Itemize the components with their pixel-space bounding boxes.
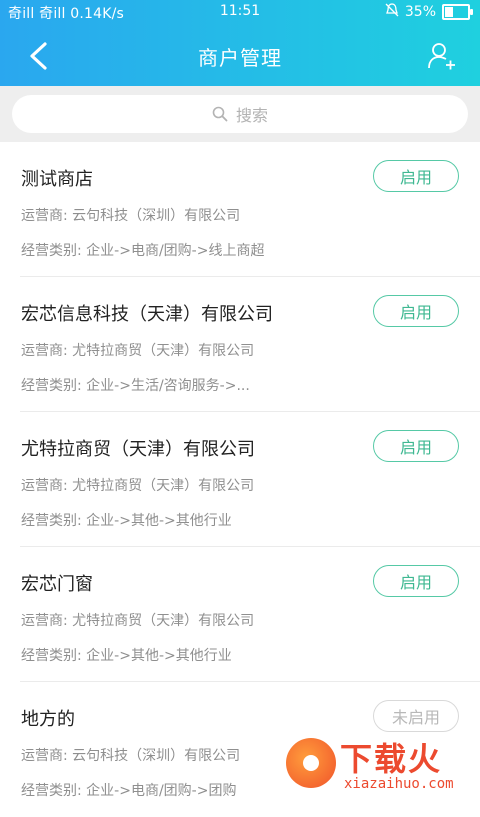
- merchant-row[interactable]: 尤特拉商贸（天津）有限公司运营商: 尤特拉商贸（天津）有限公司 经营类别: 企业-…: [0, 412, 480, 547]
- merchant-list: 测试商店 运营商: 云句科技（深圳）有限公司 经营类别: 企业->电商/团购->线上…: [0, 142, 480, 817]
- merchant-operator: 运营商: 尤特拉商贸（天津）有限公司: [21, 478, 255, 494]
- app-header: 奇ill 奇ill 0.14K/s 11:51 35% 商户管理: [0, 0, 480, 86]
- add-user-icon: [428, 43, 455, 70]
- watermark: 下载火 xiazaihuo.com: [280, 730, 480, 800]
- disabled-status-button[interactable]: 未启用: [373, 700, 459, 732]
- merchant-name: 尤特拉商贸（天津）有限公司: [21, 439, 255, 460]
- merchant-operator: 运营商: 云句科技（深圳）有限公司: [21, 208, 241, 224]
- enabled-status-button[interactable]: 启用: [373, 565, 459, 597]
- merchant-operator: 运营商: 云句科技（深圳）有限公司: [21, 748, 241, 764]
- enabled-status-button[interactable]: 启用: [373, 295, 459, 327]
- search-placeholder: 搜索: [235, 106, 268, 125]
- merchant-name: 宏芯门窗: [21, 574, 93, 595]
- merchant-category: 经营类别: 企业->其他->其他行业: [21, 513, 232, 529]
- search-input[interactable]: 搜索: [12, 95, 468, 133]
- add-merchant-button[interactable]: [422, 36, 462, 76]
- status-bar: 奇ill 奇ill 0.14K/s 11:51 35%: [0, 0, 480, 24]
- nav-bar: 商户管理: [0, 28, 480, 86]
- merchant-category: 经营类别: 企业->电商/团购->线上商超: [21, 243, 265, 259]
- battery-icon: [442, 4, 473, 20]
- mute-icon: [385, 3, 399, 21]
- watermark-subtitle: xiazaihuo.com: [344, 776, 454, 792]
- merchant-row[interactable]: 宏芯信息科技（天津）有限公司运营商: 尤特拉商贸（天津）有限公司 经营类别: 企业…: [0, 277, 480, 412]
- merchant-operator: 运营商: 尤特拉商贸（天津）有限公司: [21, 613, 255, 629]
- merchant-name: 地方的: [21, 709, 75, 730]
- page-title: 商户管理: [198, 46, 282, 70]
- watermark-title: 下载火: [340, 740, 443, 778]
- flame-logo-icon: [286, 738, 336, 788]
- merchant-operator: 运营商: 尤特拉商贸（天津）有限公司: [21, 343, 255, 359]
- merchant-category: 经营类别: 企业->其他->其他行业: [21, 648, 232, 664]
- search-bar-area: 搜索: [0, 86, 480, 142]
- enabled-status-button[interactable]: 启用: [373, 160, 459, 192]
- merchant-row[interactable]: 宏芯门窗运营商: 尤特拉商贸（天津）有限公司 经营类别: 企业->其他->其他行业…: [0, 547, 480, 682]
- battery-percent: 35%: [404, 4, 436, 20]
- merchant-category: 经营类别: 企业->电商/团购->团购: [21, 783, 237, 799]
- merchant-name: 宏芯信息科技（天津）有限公司: [21, 304, 273, 325]
- merchant-row[interactable]: 测试商店运营商: 云句科技（深圳）有限公司经营类别: 企业->电商/团购->线上…: [0, 142, 480, 277]
- merchant-name: 测试商店: [21, 169, 93, 190]
- battery-level: [445, 7, 454, 17]
- enabled-status-button[interactable]: 启用: [373, 430, 459, 462]
- status-right: 35%: [385, 3, 473, 21]
- search-icon: [212, 106, 228, 122]
- merchant-category: 经营类别: 企业->生活/咨询服务->...: [21, 378, 250, 394]
